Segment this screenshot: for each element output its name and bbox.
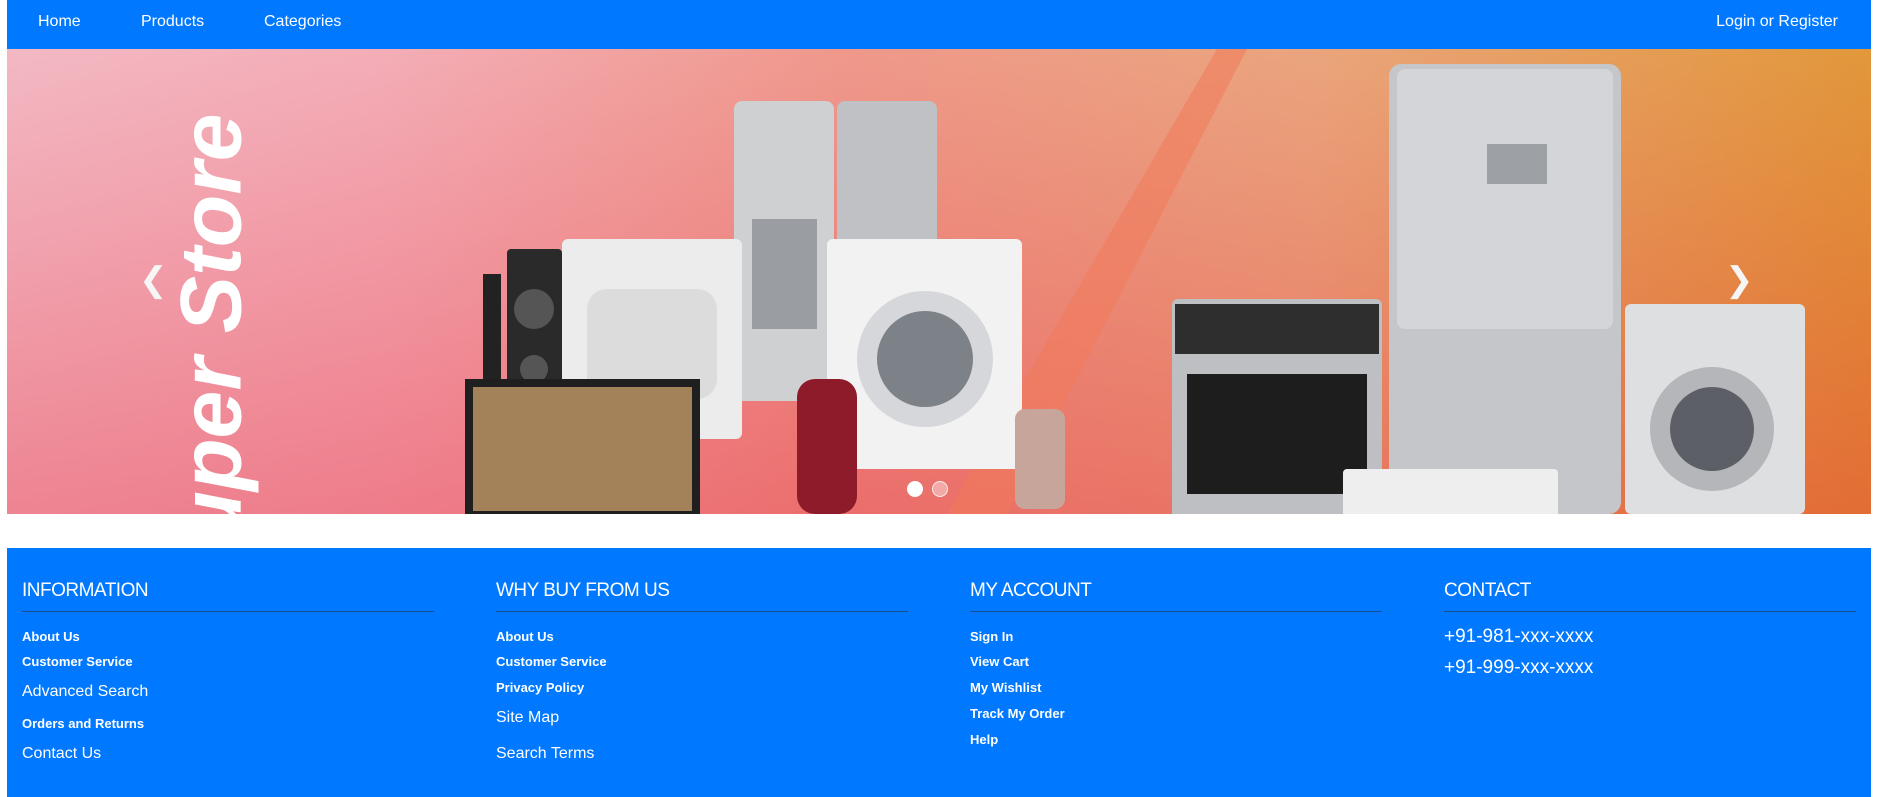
brand-text: uper Store [157, 99, 267, 514]
footer-information-title: INFORMATION [22, 580, 149, 601]
footer-contact-us-link[interactable]: Contact Us [22, 745, 101, 763]
footer-sign-in-link[interactable]: Sign In [970, 629, 1013, 644]
footer-contact-title: CONTACT [1444, 580, 1531, 601]
footer-why-buy-title: WHY BUY FROM US [496, 580, 670, 601]
page: Home Products Categories Login or Regist… [7, 0, 1871, 797]
footer-track-order-link[interactable]: Track My Order [970, 706, 1065, 721]
footer-view-cart-link[interactable]: View Cart [970, 654, 1029, 669]
carousel-indicator-2[interactable] [932, 481, 948, 497]
footer-site-map-link[interactable]: Site Map [496, 709, 559, 727]
footer-help-link[interactable]: Help [970, 732, 998, 747]
contact-phone-2: +91-999-xxx-xxxx [1444, 657, 1594, 678]
footer-divider [22, 611, 434, 612]
login-register-link[interactable]: Login or Register [1716, 13, 1838, 31]
top-navbar: Home Products Categories Login or Regist… [7, 0, 1871, 49]
footer-divider [496, 611, 908, 612]
chevron-left-icon: ❮ [139, 261, 168, 299]
footer-privacy-policy-link[interactable]: Privacy Policy [496, 680, 584, 695]
footer: INFORMATION About Us Customer Service Ad… [7, 548, 1871, 797]
carousel-prev-button[interactable]: ❮ [139, 263, 168, 297]
footer-orders-returns-link[interactable]: Orders and Returns [22, 716, 144, 731]
nav-home-link[interactable]: Home [38, 13, 81, 31]
nav-categories-link[interactable]: Categories [264, 13, 341, 31]
nav-products-link[interactable]: Products [141, 13, 204, 31]
footer-divider [1444, 611, 1856, 612]
footer-search-terms-link[interactable]: Search Terms [496, 745, 594, 763]
carousel-next-button[interactable]: ❯ [1725, 263, 1754, 297]
carousel-indicators [907, 481, 948, 497]
brand-label: uper Store [163, 113, 260, 514]
carousel-indicator-1[interactable] [907, 481, 923, 497]
carousel-slide-image [465, 49, 1805, 514]
footer-customer-service-link[interactable]: Customer Service [496, 654, 607, 669]
footer-my-wishlist-link[interactable]: My Wishlist [970, 680, 1041, 695]
hero-carousel: uper Store ❮ ❯ [7, 49, 1871, 514]
footer-about-us-link[interactable]: About Us [496, 629, 554, 644]
footer-customer-service-link[interactable]: Customer Service [22, 654, 133, 669]
chevron-right-icon: ❯ [1725, 261, 1754, 299]
contact-phone-1: +91-981-xxx-xxxx [1444, 626, 1594, 647]
footer-advanced-search-link[interactable]: Advanced Search [22, 683, 148, 701]
footer-divider [970, 611, 1382, 612]
footer-my-account-title: MY ACCOUNT [970, 580, 1092, 601]
footer-about-us-link[interactable]: About Us [22, 629, 80, 644]
